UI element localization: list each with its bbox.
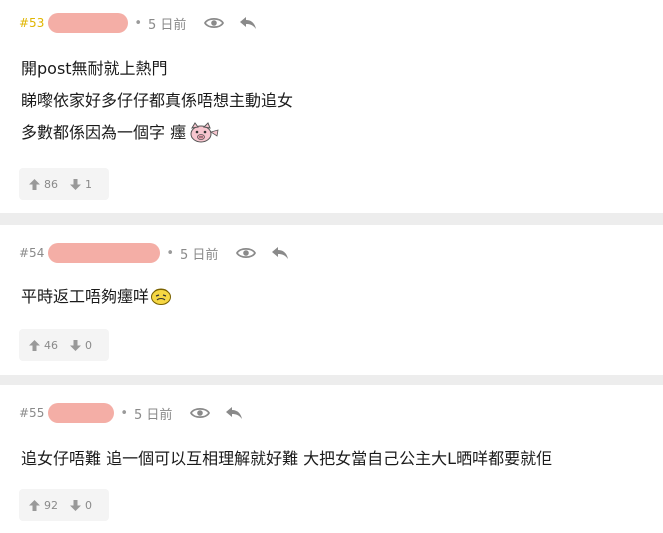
- downvote-count: 1: [85, 177, 92, 191]
- comment-post: #54 • 5 日前 平時返工唔夠癦咩 46 0: [0, 225, 663, 375]
- yellow-face-sticker: [150, 286, 172, 312]
- comment-line: 開post無耐就上熱門: [21, 59, 168, 78]
- arrow-up-icon: [29, 339, 40, 351]
- comment-line-text: 多數都係因為一個字 癦: [21, 123, 187, 142]
- post-number: #55: [19, 406, 45, 420]
- comment-feed: #53 • 5 日前 開post無耐就上熱門 睇嚟依家好多仔仔都真係唔想主動追女…: [0, 0, 663, 533]
- downvote-button[interactable]: 0: [70, 499, 92, 512]
- comment-line-with-sticker: 多數都係因為一個字 癦: [21, 122, 643, 154]
- username-redacted[interactable]: [48, 243, 161, 263]
- arrow-down-icon: [70, 499, 81, 511]
- reply-arrow-icon[interactable]: [268, 243, 292, 263]
- separator: •: [166, 245, 174, 261]
- upvote-count: 86: [44, 177, 58, 191]
- comment-header: #54 • 5 日前: [19, 243, 302, 263]
- comment-line-text: 平時返工唔夠癦咩: [21, 287, 150, 306]
- comment-header: #55 • 5 日前: [19, 403, 256, 423]
- comment-body: 開post無耐就上熱門 睇嚟依家好多仔仔都真係唔想主動追女 多數都係因為一個字 …: [21, 58, 643, 154]
- downvote-count: 0: [85, 498, 92, 512]
- upvote-button[interactable]: 92: [29, 499, 58, 512]
- upvote-button[interactable]: 46: [29, 339, 58, 352]
- eye-icon[interactable]: [202, 13, 226, 33]
- divider: [0, 375, 663, 385]
- post-number: #53: [19, 16, 45, 30]
- post-time: 5 日前: [180, 247, 219, 263]
- comment-line-with-sticker: 平時返工唔夠癦咩: [21, 286, 643, 318]
- downvote-count: 0: [85, 338, 92, 352]
- arrow-down-icon: [70, 339, 81, 351]
- reply-arrow-icon[interactable]: [222, 403, 246, 423]
- reply-arrow-icon[interactable]: [236, 13, 260, 33]
- arrow-up-icon: [29, 499, 40, 511]
- downvote-button[interactable]: 0: [70, 339, 92, 352]
- comment-post: #55 • 5 日前 追女仔唔難 追一個可以互相理解就好難 大把女當自己公主大L…: [0, 385, 663, 533]
- comment-line: 追女仔唔難 追一個可以互相理解就好難 大把女當自己公主大L晒咩都要就佢: [21, 449, 553, 468]
- comment-line: 睇嚟依家好多仔仔都真係唔想主動追女: [21, 91, 294, 110]
- comment-post: #53 • 5 日前 開post無耐就上熱門 睇嚟依家好多仔仔都真係唔想主動追女…: [0, 0, 663, 213]
- eye-icon[interactable]: [234, 243, 258, 263]
- arrow-up-icon: [29, 178, 40, 190]
- username-redacted[interactable]: [48, 403, 115, 423]
- upvote-count: 92: [44, 498, 58, 512]
- post-time: 5 日前: [134, 407, 173, 423]
- vote-bar: 92 0: [19, 489, 109, 521]
- upvote-button[interactable]: 86: [29, 178, 58, 191]
- comment-body: 追女仔唔難 追一個可以互相理解就好難 大把女當自己公主大L晒咩都要就佢: [21, 448, 643, 480]
- arrow-down-icon: [70, 178, 81, 190]
- comment-body: 平時返工唔夠癦咩: [21, 286, 643, 318]
- separator: •: [120, 405, 128, 421]
- upvote-count: 46: [44, 338, 58, 352]
- eye-icon[interactable]: [188, 403, 212, 423]
- vote-bar: 46 0: [19, 329, 109, 361]
- post-number: #54: [19, 246, 45, 260]
- downvote-button[interactable]: 1: [70, 178, 92, 191]
- post-time: 5 日前: [148, 17, 187, 33]
- divider: [0, 213, 663, 225]
- username-redacted[interactable]: [48, 13, 129, 33]
- separator: •: [134, 15, 142, 31]
- vote-bar: 86 1: [19, 168, 109, 200]
- comment-header: #53 • 5 日前: [19, 13, 270, 33]
- pig-face-sticker: [187, 122, 219, 150]
